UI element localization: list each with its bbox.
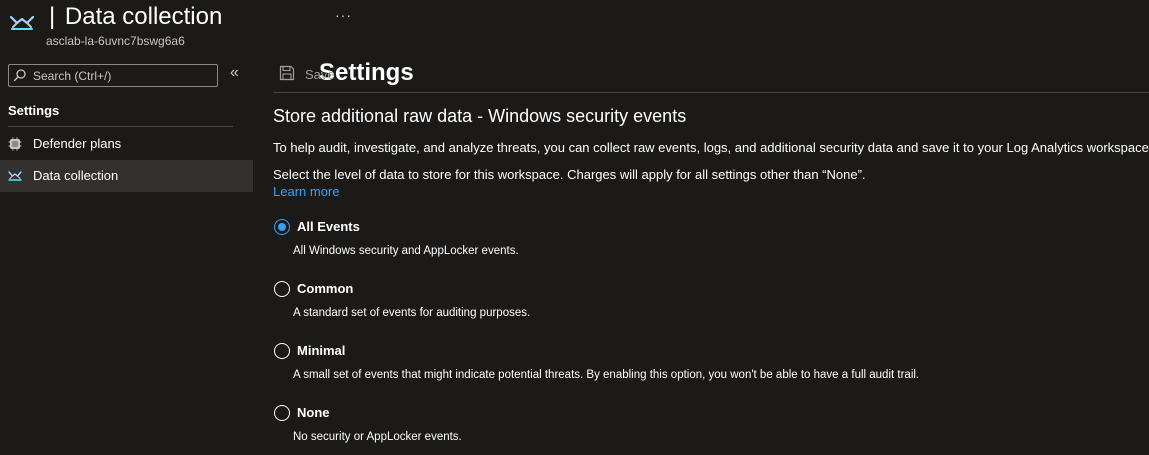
option-common: Common A standard set of events for audi… [273, 281, 1133, 331]
search-icon [13, 68, 27, 82]
more-options-button[interactable]: ··· [335, 8, 353, 24]
radio-none[interactable] [274, 405, 290, 421]
search-box[interactable] [8, 64, 218, 87]
page-title-separator: | [49, 3, 56, 30]
app-window: Settings | Data collection ··· asclab-la… [0, 0, 1149, 455]
option-description: No security or AppLocker events. [293, 431, 462, 443]
defender-plans-icon [8, 137, 22, 151]
sidebar-section-label: Settings [8, 103, 60, 118]
option-label[interactable]: Common [297, 281, 353, 296]
description-text: To help audit, investigate, and analyze … [273, 140, 1149, 155]
radio-all-events[interactable] [274, 219, 290, 235]
option-description: A small set of events that might indicat… [293, 369, 920, 381]
page-title-section: Data collection [64, 3, 223, 30]
data-collection-icon [8, 169, 22, 183]
option-label[interactable]: None [297, 405, 330, 420]
page-header: Settings | Data collection ··· asclab-la… [0, 0, 1149, 86]
sidebar-item-data-collection[interactable]: Data collection [0, 160, 253, 192]
option-minimal: Minimal A small set of events that might… [273, 343, 1133, 393]
select-level-text: Select the level of data to store for th… [273, 167, 866, 182]
option-description: All Windows security and AppLocker event… [293, 245, 519, 257]
option-label[interactable]: Minimal [297, 343, 345, 358]
workspace-name: asclab-la-6uvnc7bswg6a6 [46, 34, 185, 48]
section-heading: Store additional raw data - Windows secu… [273, 106, 687, 126]
radio-common[interactable] [274, 281, 290, 297]
radio-minimal[interactable] [274, 343, 290, 359]
option-label[interactable]: All Events [297, 219, 360, 234]
sidebar-item-label: Defender plans [33, 136, 122, 151]
page-title: Settings | Data collection [46, 2, 414, 86]
sidebar: « Settings Defender plans Data [0, 56, 253, 455]
sidebar-divider [8, 126, 233, 127]
data-collection-icon [8, 9, 36, 37]
option-none: None No security or AppLocker events. [273, 405, 1133, 455]
main-content: Save Store additional raw data - Windows… [273, 56, 1149, 455]
save-icon [279, 65, 295, 81]
command-bar: Save [273, 56, 1149, 93]
search-input[interactable] [33, 65, 213, 86]
learn-more-link[interactable]: Learn more [273, 184, 339, 199]
collapse-sidebar-button[interactable]: « [230, 65, 246, 83]
sidebar-item-label: Data collection [33, 168, 119, 183]
option-description: A standard set of events for auditing pu… [293, 307, 531, 319]
option-all-events: All Events All Windows security and AppL… [273, 219, 1133, 269]
sidebar-item-defender-plans[interactable]: Defender plans [0, 128, 253, 160]
save-label: Save [305, 67, 335, 82]
